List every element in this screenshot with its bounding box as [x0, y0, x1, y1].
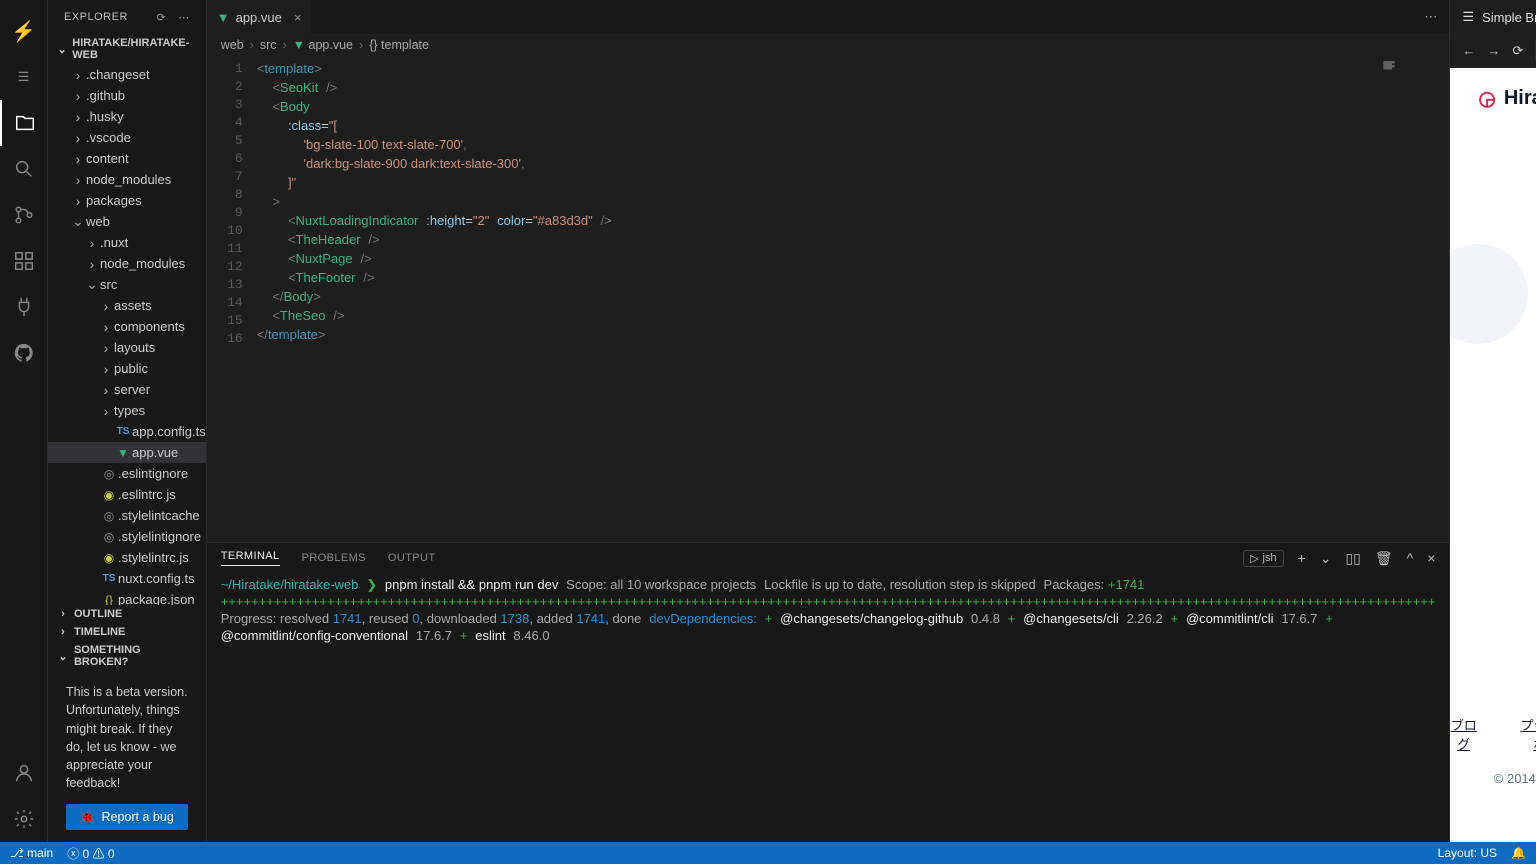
folder-.nuxt[interactable]: ›.nuxt [48, 232, 206, 253]
broken-text: This is a beta version. Unfortunately, t… [66, 683, 188, 792]
menu-icon[interactable]: ☰ [0, 54, 48, 100]
chevron-up-icon[interactable]: ^ [1407, 550, 1414, 566]
code-editor[interactable]: 12345678910111213141516 <template> <SeoK… [207, 56, 1450, 542]
file-tree: ›.changeset›.github›.husky›.vscode›conte… [48, 64, 206, 605]
reload-icon[interactable]: ⟳ [1512, 43, 1523, 59]
footer-link-privacy[interactable]: プライバシーポリシー [1515, 715, 1536, 753]
file-app.config.ts[interactable]: TSapp.config.ts [48, 421, 206, 442]
more-icon[interactable]: ⋯ [178, 11, 190, 24]
folder-.vscode[interactable]: ›.vscode [48, 127, 206, 148]
chevron-down-icon[interactable]: ⌄ [1320, 550, 1332, 567]
folder-layouts[interactable]: ›layouts [48, 337, 206, 358]
folder-public[interactable]: ›public [48, 358, 206, 379]
file-.eslintrc.js[interactable]: ◉.eslintrc.js [48, 484, 206, 505]
logo-mark-icon: ◶ [1478, 86, 1495, 111]
logo-icon: ⚡ [0, 8, 48, 54]
extensions-icon[interactable] [0, 238, 48, 284]
terminal-output[interactable]: ~/Hiratake/hiratake-web ❯ pnpm install &… [207, 573, 1450, 842]
folder-content[interactable]: ›content [48, 148, 206, 169]
plug-icon[interactable] [0, 284, 48, 330]
browser-tab[interactable]: ☰ Simple Browser × [1450, 0, 1536, 34]
folder-types[interactable]: ›types [48, 400, 206, 421]
branch-indicator[interactable]: ⎇ main [10, 846, 53, 860]
browser-icon: ☰ [1462, 9, 1474, 25]
folder-server[interactable]: ›server [48, 379, 206, 400]
folder-assets[interactable]: ›assets [48, 295, 206, 316]
close-panel-icon[interactable]: × [1427, 550, 1435, 566]
layout-indicator[interactable]: Layout: US [1438, 846, 1497, 860]
explorer-sidebar: EXPLORER ⟳ ⋯ ⌄HIRATAKE/HIRATAKE-WEB ›.cha… [48, 0, 207, 842]
timeline-section[interactable]: ›TIMELINE [48, 623, 206, 641]
browser-content: ◶Hiratake Hiratake フロントエンドとかマークアップとかやるエン… [1450, 68, 1536, 842]
folder-src[interactable]: ⌄src [48, 274, 206, 295]
github-icon[interactable] [0, 330, 48, 376]
bell-icon[interactable]: 🔔 [1511, 846, 1526, 860]
folder-node_modules[interactable]: ›node_modules [48, 169, 206, 190]
scm-icon[interactable] [0, 192, 48, 238]
folder-web[interactable]: ⌄web [48, 211, 206, 232]
explorer-title: EXPLORER [64, 11, 128, 23]
folder-.changeset[interactable]: ›.changeset [48, 64, 206, 85]
file-.stylelintcache[interactable]: ◎.stylelintcache [48, 505, 206, 526]
trash-icon[interactable]: 🗑 [1375, 550, 1393, 567]
file-.stylelintrc.js[interactable]: ◉.stylelintrc.js [48, 547, 206, 568]
file-app.vue[interactable]: ▼app.vue [48, 442, 206, 463]
new-terminal-icon[interactable]: + [1298, 550, 1306, 566]
search-icon[interactable] [0, 146, 48, 192]
outline-section[interactable]: ›OUTLINE [48, 605, 206, 623]
more-icon[interactable]: ⋯ [1424, 9, 1437, 25]
file-package.json[interactable]: {}package.json [48, 589, 206, 605]
avatar [1450, 244, 1528, 344]
broken-section[interactable]: ⌄SOMETHING BROKEN? [48, 641, 206, 671]
split-icon[interactable]: ▯▯ [1345, 550, 1360, 567]
activity-bar: ⚡ ☰ [0, 0, 48, 842]
report-bug-button[interactable]: 🐞Report a bug [66, 804, 188, 830]
file-.stylelintignore[interactable]: ◎.stylelintignore [48, 526, 206, 547]
problems-indicator[interactable]: ⓧ 0 ⚠ 0 [67, 845, 114, 862]
output-tab[interactable]: OUTPUT [388, 552, 436, 564]
file-.eslintignore[interactable]: ◎.eslintignore [48, 463, 206, 484]
account-icon[interactable] [0, 750, 48, 796]
minimap[interactable]: ████████████████████████████ [1383, 62, 1443, 112]
forward-icon[interactable]: → [1487, 43, 1500, 58]
close-icon[interactable]: × [294, 10, 302, 25]
footer-link-blog[interactable]: ブログ [1450, 715, 1477, 753]
folder-packages[interactable]: ›packages [48, 190, 206, 211]
tab-app-vue[interactable]: ▼ app.vue × [207, 0, 313, 34]
folder-components[interactable]: ›components [48, 316, 206, 337]
terminal-panel: TERMINAL PROBLEMS OUTPUT ▷ jsh + ⌄ ▯▯ 🗑 … [207, 542, 1450, 842]
refresh-icon[interactable]: ⟳ [157, 11, 167, 24]
file-nuxt.config.ts[interactable]: TSnuxt.config.ts [48, 568, 206, 589]
vue-icon: ▼ [217, 10, 230, 25]
back-icon[interactable]: ← [1462, 43, 1475, 58]
folder-.husky[interactable]: ›.husky [48, 106, 206, 127]
bug-icon: 🐞 [80, 808, 96, 826]
folder-node_modules[interactable]: ›node_modules [48, 253, 206, 274]
terminal-tab[interactable]: TERMINAL [221, 550, 280, 566]
settings-icon[interactable] [0, 796, 48, 842]
site-logo[interactable]: ◶Hiratake [1478, 86, 1536, 111]
copyright: © 2014-2023 Hiratake Web [1450, 771, 1536, 786]
breadcrumb[interactable]: web›src›▼ app.vue›{} template [207, 34, 1450, 56]
project-section[interactable]: ⌄HIRATAKE/HIRATAKE-WEB [48, 34, 206, 64]
editor-tabs: ▼ app.vue × ⋯ [207, 0, 1450, 34]
status-bar: ⎇ main ⓧ 0 ⚠ 0 Layout: US 🔔 [0, 842, 1536, 864]
folder-.github[interactable]: ›.github [48, 85, 206, 106]
simple-browser: ☰ Simple Browser × ▯▯⋯ ← → ⟳ https://hir… [1449, 0, 1536, 842]
problems-tab[interactable]: PROBLEMS [302, 552, 366, 564]
shell-selector[interactable]: ▷ jsh [1243, 550, 1284, 567]
explorer-icon[interactable] [0, 100, 48, 146]
